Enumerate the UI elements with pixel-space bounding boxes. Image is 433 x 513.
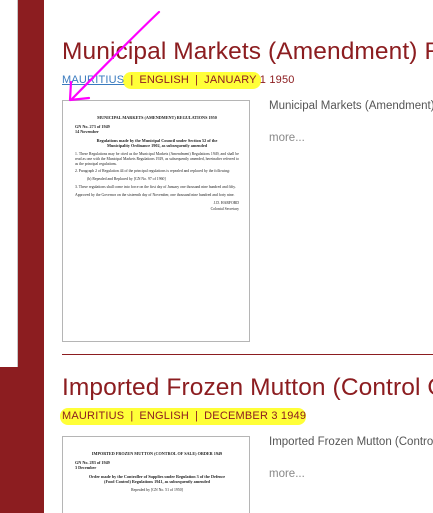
- country-link[interactable]: MAURITIUS: [62, 74, 124, 86]
- result-title-link[interactable]: Imported Frozen Mutton (Control Of Sale)…: [62, 372, 433, 404]
- doc-title: IMPORTED FROZEN MUTTON (CONTROL OF SALE)…: [91, 451, 223, 456]
- doc-paragraph: 2. Paragraph 2 of Regulation 44 of the p…: [75, 169, 231, 174]
- document-preview: MUNICIPAL MARKETS (AMENDMENT) REGULATION…: [75, 115, 239, 212]
- separator: |: [195, 74, 199, 86]
- separator: |: [130, 410, 134, 422]
- result-snippet: Municipal Markets (Amendment) Regulation…: [269, 100, 433, 112]
- divider: [62, 354, 433, 355]
- doc-paragraph: Repealed by [GN No. 51 of 1950]: [131, 488, 183, 492]
- more-link[interactable]: more...: [269, 468, 305, 480]
- date-tag: DECEMBER 3 1949: [204, 410, 307, 422]
- doc-date: 3 December: [75, 465, 97, 470]
- document-preview: IMPORTED FROZEN MUTTON (CONTROL OF SALE)…: [75, 451, 239, 496]
- doc-paragraph: (b) Repealed and Replaced by [GN No. 97 …: [87, 177, 166, 182]
- doc-signature-title: Colonial Secretary: [210, 207, 239, 212]
- result-title-link[interactable]: Municipal Markets (Amendment) Regulation…: [62, 36, 433, 68]
- doc-paragraph: 3. These regulations shall come into for…: [75, 184, 236, 189]
- doc-subtitle: Regulations made by the Municipal Counci…: [96, 138, 218, 148]
- side-panel: [0, 0, 18, 367]
- separator: |: [195, 410, 199, 422]
- result-snippet: Imported Frozen Mutton (Control Of Sale)…: [269, 436, 433, 448]
- doc-date: 14 November: [75, 129, 99, 134]
- page: Municipal Markets (Amendment) Regulation…: [0, 0, 433, 513]
- document-thumbnail[interactable]: IMPORTED FROZEN MUTTON (CONTROL OF SALE)…: [62, 436, 250, 513]
- doc-paragraph: 1. These Regulations may be cited as the…: [75, 152, 239, 166]
- search-result: Imported Frozen Mutton (Control Of Sale)…: [60, 372, 433, 513]
- search-result: Municipal Markets (Amendment) Regulation…: [62, 36, 433, 342]
- result-meta: MAURITIUS | ENGLISH | JANUARY 1 1950: [62, 70, 433, 90]
- country-tag[interactable]: MAURITIUS: [62, 410, 124, 422]
- doc-subtitle: Order made by the Controller of Supplies…: [88, 474, 226, 484]
- doc-paragraph: Approved by the Governor on the sixteent…: [75, 192, 235, 197]
- doc-signature-name: J.D. HARFORD: [213, 200, 239, 205]
- separator: |: [130, 74, 134, 86]
- more-link[interactable]: more...: [269, 132, 305, 144]
- doc-title: MUNICIPAL MARKETS (AMENDMENT) REGULATION…: [97, 115, 217, 120]
- language-tag: ENGLISH: [139, 410, 190, 422]
- result-meta: MAURITIUS | ENGLISH | DECEMBER 3 1949: [60, 406, 433, 426]
- document-thumbnail[interactable]: MUNICIPAL MARKETS (AMENDMENT) REGULATION…: [62, 100, 250, 342]
- language-tag: ENGLISH: [139, 74, 190, 86]
- date-tag: JANUARY 1 1950: [204, 74, 295, 86]
